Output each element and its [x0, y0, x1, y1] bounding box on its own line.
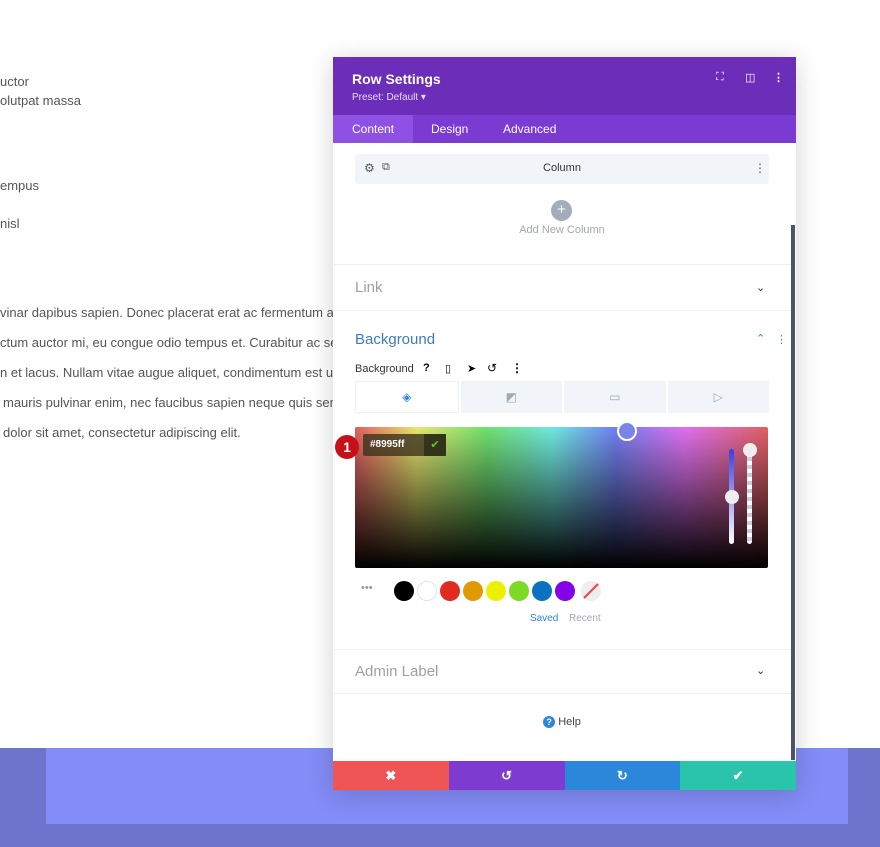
redo-button[interactable]: ↻: [564, 761, 681, 790]
hex-value[interactable]: #8995ff: [363, 434, 424, 456]
step-badge: 1: [335, 435, 359, 459]
saved-colors-tab[interactable]: Saved: [530, 613, 558, 624]
background-section-toggle[interactable]: Background: [355, 331, 435, 348]
fullscreen-icon[interactable]: ⛶: [716, 71, 724, 84]
hover-cursor-icon[interactable]: ➤: [467, 362, 476, 375]
options-icon[interactable]: ⋮: [511, 361, 523, 375]
help-icon[interactable]: ?: [423, 362, 430, 374]
row-settings-panel: Row Settings Preset: Default ▾ ⛶ ◫ ⋮ Con…: [333, 57, 796, 790]
video-tab-icon[interactable]: ▷: [667, 381, 769, 413]
swatch-blue[interactable]: [532, 581, 552, 601]
image-tab-icon[interactable]: ▭: [564, 381, 666, 413]
reset-icon[interactable]: ↺: [487, 361, 497, 375]
background-type-tabs: ◈ ◩ ▭ ▷: [355, 381, 769, 413]
split-view-icon[interactable]: ◫: [745, 71, 755, 84]
link-section-toggle[interactable]: Link: [355, 279, 383, 296]
undo-icon: ↺: [501, 767, 513, 783]
swatch-red[interactable]: [440, 581, 460, 601]
divider: [333, 649, 791, 650]
column-menu-icon[interactable]: ⋮: [754, 161, 766, 175]
body-text: vinar dapibus sapien. Donec placerat era…: [0, 305, 347, 320]
tab-content[interactable]: Content: [333, 115, 414, 143]
panel-footer: ✖ ↺ ↻ ✔: [333, 761, 796, 790]
save-button[interactable]: ✔: [680, 761, 796, 790]
more-options-icon[interactable]: ⋮: [773, 71, 784, 84]
add-column-icon[interactable]: +: [551, 200, 572, 221]
body-text: ctum auctor mi, eu congue odio tempus et…: [0, 335, 349, 350]
body-text: dolor sit amet, consectetur adipiscing e…: [3, 425, 241, 440]
add-column-label[interactable]: Add New Column: [333, 224, 791, 236]
body-text: n et lacus. Nullam vitae augue aliquet, …: [0, 365, 351, 380]
swatch-black[interactable]: [394, 581, 414, 601]
panel-title: Row Settings: [352, 71, 441, 87]
swatch-purple[interactable]: [555, 581, 575, 601]
tab-design[interactable]: Design: [412, 115, 487, 143]
body-text: uctor: [0, 74, 29, 89]
panel-header: Row Settings Preset: Default ▾ ⛶ ◫ ⋮: [333, 57, 796, 115]
color-tab-paint-bucket-icon[interactable]: ◈: [355, 381, 459, 413]
more-swatches-icon[interactable]: •••: [361, 582, 373, 594]
scrollbar[interactable]: [791, 225, 795, 760]
hex-input[interactable]: #8995ff ✔: [363, 434, 446, 456]
responsive-icon[interactable]: ▯: [445, 362, 451, 375]
panel-tabs: Content Design Advanced: [333, 115, 796, 143]
body-text: empus: [0, 178, 40, 193]
chevron-down-icon[interactable]: ⌄: [756, 281, 765, 294]
column-label: Column: [543, 162, 581, 174]
recent-colors-tab[interactable]: Recent: [569, 613, 601, 624]
divider: [333, 264, 791, 265]
divider: [333, 693, 791, 694]
column-item[interactable]: ⚙ ⧉ Column ⋮: [355, 154, 769, 184]
chevron-down-icon[interactable]: ⌄: [756, 664, 765, 677]
hue-slider-handle[interactable]: [725, 490, 739, 504]
close-icon: ✖: [385, 767, 397, 783]
opacity-slider[interactable]: [747, 449, 752, 544]
swatch-orange[interactable]: [463, 581, 483, 601]
help-link[interactable]: ? Help: [333, 716, 791, 728]
body-text: nisl: [0, 216, 20, 231]
help-label: Help: [558, 716, 581, 728]
gradient-tab-icon[interactable]: ◩: [460, 381, 562, 413]
redo-icon: ↻: [616, 767, 628, 783]
chevron-up-icon[interactable]: ⌃: [756, 332, 765, 345]
background-label: Background: [355, 363, 414, 375]
body-text: mauris pulvinar enim, nec faucibus sapie…: [3, 395, 356, 410]
cancel-button[interactable]: ✖: [333, 761, 449, 790]
divider: [333, 310, 791, 311]
confirm-check-icon[interactable]: ✔: [424, 434, 446, 456]
swatch-white[interactable]: [417, 581, 437, 601]
swatch-yellow[interactable]: [486, 581, 506, 601]
undo-button[interactable]: ↺: [448, 761, 565, 790]
color-picker-handle[interactable]: [617, 421, 637, 441]
swatch-green[interactable]: [509, 581, 529, 601]
color-picker-area[interactable]: #8995ff ✔: [355, 421, 768, 568]
swatch-transparent[interactable]: [581, 581, 601, 601]
preset-dropdown[interactable]: Preset: Default ▾: [352, 92, 426, 103]
section-menu-icon[interactable]: ⋮: [776, 333, 787, 346]
help-circle-icon: ?: [543, 716, 556, 728]
tab-advanced[interactable]: Advanced: [484, 115, 575, 143]
check-icon: ✔: [732, 767, 744, 783]
opacity-slider-handle[interactable]: [743, 443, 757, 457]
admin-label-section-toggle[interactable]: Admin Label: [355, 663, 438, 680]
body-text: olutpat massa: [0, 93, 81, 108]
